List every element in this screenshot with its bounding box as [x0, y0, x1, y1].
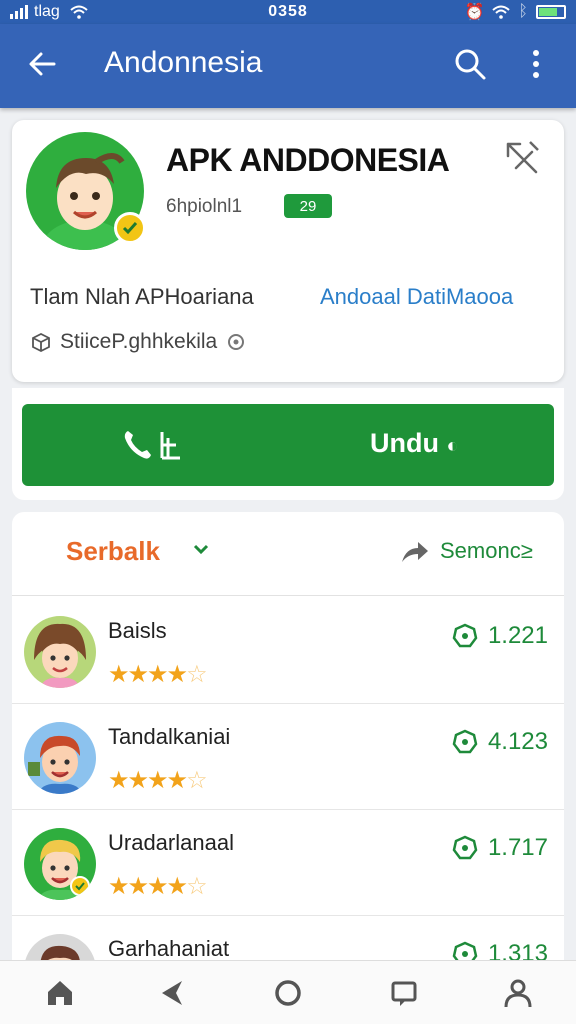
- verified-badge-icon: [114, 212, 146, 244]
- avatar: [24, 722, 96, 794]
- search-icon[interactable]: [452, 46, 488, 82]
- pin-icon[interactable]: [502, 138, 542, 178]
- battery-icon: [536, 5, 566, 19]
- status-bar: tlag 0358 ⏰ ᛒ: [0, 0, 576, 24]
- app-info-card: APK ANDDONESIA 6hpiolnl1 29 Tlam Nlah AP…: [12, 120, 564, 382]
- review-score: 4.123: [452, 728, 548, 756]
- settings-icon: [228, 334, 245, 350]
- page-title: Andonnesia: [104, 46, 263, 79]
- review-score: 1.221: [452, 622, 548, 650]
- recents-icon[interactable]: [388, 977, 420, 1009]
- badge-icon: [452, 835, 478, 860]
- download-button[interactable]: Undu ◐: [22, 404, 554, 486]
- back-triangle-icon[interactable]: [156, 977, 188, 1009]
- profile-icon[interactable]: [502, 977, 534, 1009]
- download-label: Undu ◐: [370, 428, 459, 458]
- review-score: 1.717: [452, 834, 548, 862]
- badge-icon: [452, 623, 478, 648]
- sort-dropdown-label[interactable]: Serbalk: [66, 536, 160, 567]
- bluetooth-icon: ᛒ: [518, 3, 528, 20]
- home-icon[interactable]: [44, 977, 76, 1009]
- bottom-nav: [0, 960, 576, 1024]
- star-rating: ★★★★☆: [108, 873, 208, 900]
- star-rating: ★★★★☆: [108, 661, 208, 688]
- circle-home-icon[interactable]: [272, 977, 304, 1009]
- app-description-link[interactable]: Andoaal DatiMaooa: [320, 284, 513, 310]
- reviewer-name: Tandalkaniai: [108, 724, 231, 749]
- app-bar: Andonnesia: [0, 24, 576, 108]
- review-score: 1.313: [452, 940, 548, 960]
- phone-icon: [124, 431, 180, 460]
- review-row[interactable]: Tandalkaniai ★★★★☆ 4.123: [12, 704, 564, 810]
- reviews-card: Serbalk Semonc≥ Baisls ★★★★☆ 1.221 Tanda…: [12, 512, 564, 960]
- app-title: APK ANDDONESIA: [166, 142, 450, 178]
- more-vert-icon[interactable]: [528, 46, 544, 82]
- version-badge: 29: [284, 194, 332, 218]
- reviewer-name: Garhahaniat: [108, 936, 230, 960]
- reviewer-name: Baisls: [108, 618, 167, 643]
- download-card: Undu ◐: [12, 388, 564, 500]
- avatar: [24, 616, 96, 688]
- badge-icon: [452, 941, 478, 960]
- status-time: 0358: [268, 3, 308, 20]
- package-icon: [32, 332, 50, 353]
- badge-icon: [452, 729, 478, 754]
- review-row[interactable]: Garhahaniat 1.313: [12, 916, 564, 960]
- app-description: Tlam Nlah APHoariana: [30, 284, 254, 309]
- app-developer: 6hpiolnl1: [166, 196, 243, 217]
- reviews-header: Serbalk Semonc≥: [12, 512, 564, 596]
- avatar: [24, 934, 96, 960]
- review-row[interactable]: Uradarlanaal ★★★★☆ 1.717: [12, 810, 564, 916]
- download-spinner-icon: ◐: [446, 435, 459, 457]
- avatar: [24, 828, 96, 900]
- reviewer-name: Uradarlanaal: [108, 830, 234, 855]
- review-row[interactable]: Baisls ★★★★☆ 1.221: [12, 598, 564, 704]
- star-rating: ★★★★☆: [108, 767, 208, 794]
- app-meta-label: StiiceP.ghhkekila: [60, 330, 218, 353]
- chevron-down-icon[interactable]: [192, 542, 210, 556]
- back-arrow-icon[interactable]: [26, 48, 58, 80]
- see-all-link[interactable]: Semonc≥: [440, 538, 533, 564]
- app-meta: StiiceP.ghhkekila: [30, 330, 247, 354]
- share-arrow-icon: [402, 542, 428, 562]
